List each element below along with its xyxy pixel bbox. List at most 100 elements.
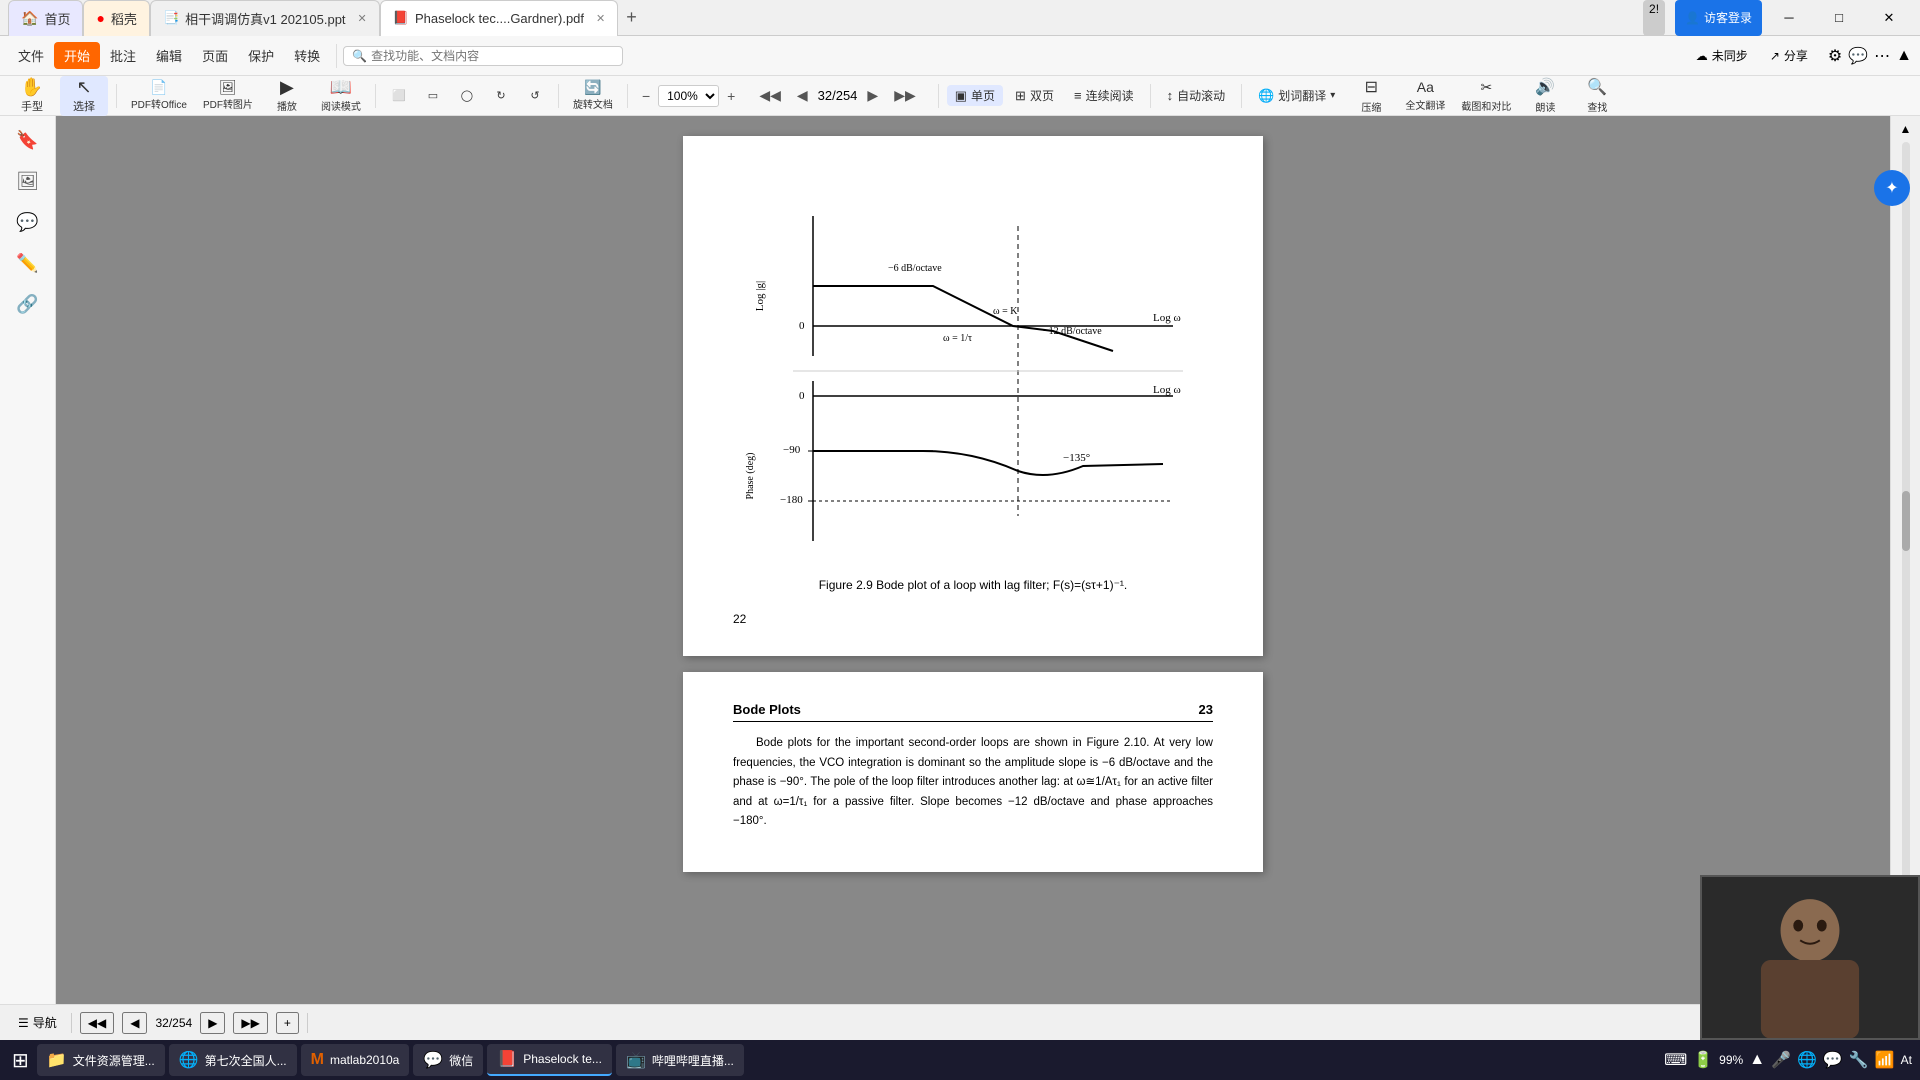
scroll-thumb[interactable] — [1902, 491, 1910, 551]
hand-tool-button[interactable]: ✋ 手型 — [8, 76, 56, 116]
tray-arrow-icon[interactable]: ▲ — [1749, 1051, 1765, 1069]
readmode-label: 阅读模式 — [321, 98, 361, 113]
first-page-button[interactable]: ◀◀ — [753, 85, 787, 106]
tab-ppt[interactable]: 📑 相干调调仿真v1 202105.ppt ✕ — [150, 0, 380, 36]
menu-item-annotate[interactable]: 批注 — [100, 42, 146, 69]
find-button[interactable]: 🔍 查找 — [1573, 75, 1621, 116]
tab-ppt-close[interactable]: ✕ — [358, 12, 367, 25]
visitor-login-button[interactable]: 👤 访客登录 — [1675, 0, 1762, 36]
taskbar-item-phaselock[interactable]: 📕 Phaselock te... — [487, 1044, 612, 1076]
single-page-button[interactable]: ▣ 单页 — [947, 85, 1003, 106]
tray-keyboard-icon[interactable]: ⌨ — [1664, 1050, 1687, 1070]
pdf-to-office-button[interactable]: 📄 PDF转Office — [125, 78, 193, 113]
menu-item-edit[interactable]: 编辑 — [146, 42, 192, 69]
last-page-button[interactable]: ▶▶ — [888, 85, 922, 106]
view-icon-1[interactable]: ⬜ — [384, 87, 414, 104]
bottom-next-page[interactable]: ▶ — [200, 1012, 225, 1034]
zoom-out-button[interactable]: − — [636, 86, 656, 106]
compress-button[interactable]: ⊟ 压缩 — [1347, 75, 1395, 116]
tray-settings-icon[interactable]: 🔧 — [1849, 1050, 1869, 1070]
pdf-content-area[interactable]: Log |g| Log ω 0 −6 dB/octave ω = K ω = 1… — [56, 116, 1890, 1040]
tray-battery-icon[interactable]: 🔋 — [1693, 1050, 1713, 1070]
bookmark-button[interactable]: 🔖 — [4, 124, 52, 157]
tab-daoke-label: 稻壳 — [111, 9, 137, 28]
thumbnail-button[interactable]: 🖼 — [4, 165, 52, 198]
float-action-button[interactable]: ✦ — [1874, 170, 1910, 206]
settings-icon[interactable]: ⚙ — [1828, 46, 1842, 66]
rotate-doc-button[interactable]: 🔄 旋转文档 — [567, 78, 619, 113]
more-icon[interactable]: ⋯ — [1874, 46, 1890, 66]
taskbar-item-bilibili[interactable]: 📺 哔哩哔哩直播... — [616, 1044, 744, 1076]
systray: ⌨ 🔋 99% ▲ 🎤 🌐 💬 🔧 📶 At — [1664, 1050, 1912, 1070]
full-translate-button[interactable]: Aa 全文翻译 — [1399, 77, 1451, 114]
double-page-button[interactable]: ⊞ 双页 — [1007, 85, 1062, 106]
nav-toggle-button[interactable]: ☰ 导航 — [12, 1012, 63, 1033]
tab-daoke[interactable]: ● 稻壳 — [83, 0, 149, 36]
collapse-icon[interactable]: ▲ — [1896, 47, 1912, 65]
bottom-last-page[interactable]: ▶▶ — [233, 1012, 267, 1034]
bottom-add-page[interactable]: + — [276, 1012, 299, 1034]
pdf-to-img-button[interactable]: 🖼 PDF转图片 — [197, 78, 259, 113]
sidebar-settings-button[interactable]: 🔗 — [4, 288, 52, 321]
menu-item-file[interactable]: 文件 — [8, 42, 54, 69]
next-page-button[interactable]: ▶ — [861, 85, 884, 106]
translatesel-icon: 🌐 — [1258, 88, 1274, 104]
hand-icon: ✋ — [21, 78, 43, 96]
view-icon-3[interactable]: ◯ — [452, 87, 482, 104]
zoom-in-button[interactable]: + — [721, 86, 741, 106]
taskbar-item-matlab[interactable]: M matlab2010a — [301, 1044, 410, 1076]
tab-pdf-close[interactable]: ✕ — [596, 12, 605, 25]
rotate-left-icon[interactable]: ↺ — [520, 87, 550, 104]
comment-sidebar-icon: 💬 — [16, 212, 38, 233]
select-tool-button[interactable]: ↖ 选择 — [60, 76, 108, 116]
tab-home[interactable]: 🏠 首页 — [8, 0, 83, 36]
read-aloud-button[interactable]: 🔊 朗读 — [1521, 75, 1569, 116]
auto-scroll-button[interactable]: ↕ 自动滚动 — [1159, 85, 1234, 106]
website-icon: 🌐 — [179, 1050, 199, 1070]
scroll-up-button[interactable]: ▲ — [1898, 120, 1914, 138]
tab-ppt-icon: 📑 — [163, 10, 179, 26]
taskbar-item-wechat[interactable]: 💬 微信 — [413, 1044, 483, 1076]
prev-page-button[interactable]: ◀ — [791, 85, 814, 106]
translate-sel-button[interactable]: 🌐 划词翻译 ▾ — [1250, 85, 1343, 106]
maximize-button[interactable]: □ — [1816, 0, 1862, 36]
tray-mic-icon[interactable]: 🎤 — [1771, 1050, 1791, 1070]
new-tab-button[interactable]: + — [618, 7, 645, 28]
view-icon-2[interactable]: ▭ — [418, 87, 448, 104]
svg-text:−180: −180 — [780, 494, 803, 506]
read-mode-button[interactable]: 📖 阅读模式 — [315, 76, 367, 115]
share-button[interactable]: ↗ 分享 — [1762, 45, 1816, 66]
sync-button[interactable]: ☁ 未同步 — [1688, 45, 1756, 66]
bottom-prev-page[interactable]: ◀ — [122, 1012, 147, 1034]
bottom-first-page[interactable]: ◀◀ — [80, 1012, 114, 1034]
minimize-button[interactable]: ─ — [1766, 0, 1812, 36]
zoom-select[interactable]: 100% 50% 75% 125% 150% — [658, 85, 719, 107]
menu-item-page[interactable]: 页面 — [192, 42, 238, 69]
tab-pdf[interactable]: 📕 Phaselock tec....Gardner).pdf ✕ — [380, 0, 619, 36]
close-button[interactable]: ✕ — [1866, 0, 1912, 36]
comment-icon[interactable]: 💬 — [1848, 46, 1868, 66]
rotate-right-icon[interactable]: ↻ — [486, 87, 516, 104]
start-button[interactable]: ⊞ — [8, 1044, 33, 1077]
comment-sidebar-button[interactable]: 💬 — [4, 206, 52, 239]
pen-button[interactable]: ✏️ — [4, 247, 52, 280]
play-button[interactable]: ▶ 播放 — [263, 76, 311, 115]
svg-text:ω = K: ω = K — [993, 306, 1018, 317]
rotate-doc-label: 旋转文档 — [573, 96, 613, 111]
tray-msg-icon[interactable]: 💬 — [1823, 1050, 1843, 1070]
continuous-read-button[interactable]: ≡ 连续阅读 — [1066, 85, 1142, 106]
screenshot-button[interactable]: ✂ 截图和对比 — [1455, 77, 1517, 115]
menu-item-convert[interactable]: 转换 — [284, 42, 330, 69]
taskbar-item-website[interactable]: 🌐 第七次全国人... — [169, 1044, 297, 1076]
search-box[interactable]: 🔍 — [343, 46, 623, 66]
taskbar-item-filemanager[interactable]: 📁 文件资源管理... — [37, 1044, 165, 1076]
tab-daoke-icon: ● — [96, 10, 104, 26]
menu-item-protect[interactable]: 保护 — [238, 42, 284, 69]
status-bar: ☰ 导航 ◀◀ ◀ 32/254 ▶ ▶▶ + 👁 📷 📄 ⊞ ▶ ⬜ ✂ 10… — [0, 1004, 1920, 1040]
main-content: 🔖 🖼 💬 ✏️ 🔗 Log |g — [0, 116, 1920, 1040]
tray-browser-icon[interactable]: 🌐 — [1797, 1050, 1817, 1070]
website-label: 第七次全国人... — [205, 1052, 287, 1069]
search-input[interactable] — [371, 49, 571, 63]
menu-item-start[interactable]: 开始 — [54, 42, 100, 69]
tray-wifi-icon[interactable]: 📶 — [1875, 1050, 1895, 1070]
